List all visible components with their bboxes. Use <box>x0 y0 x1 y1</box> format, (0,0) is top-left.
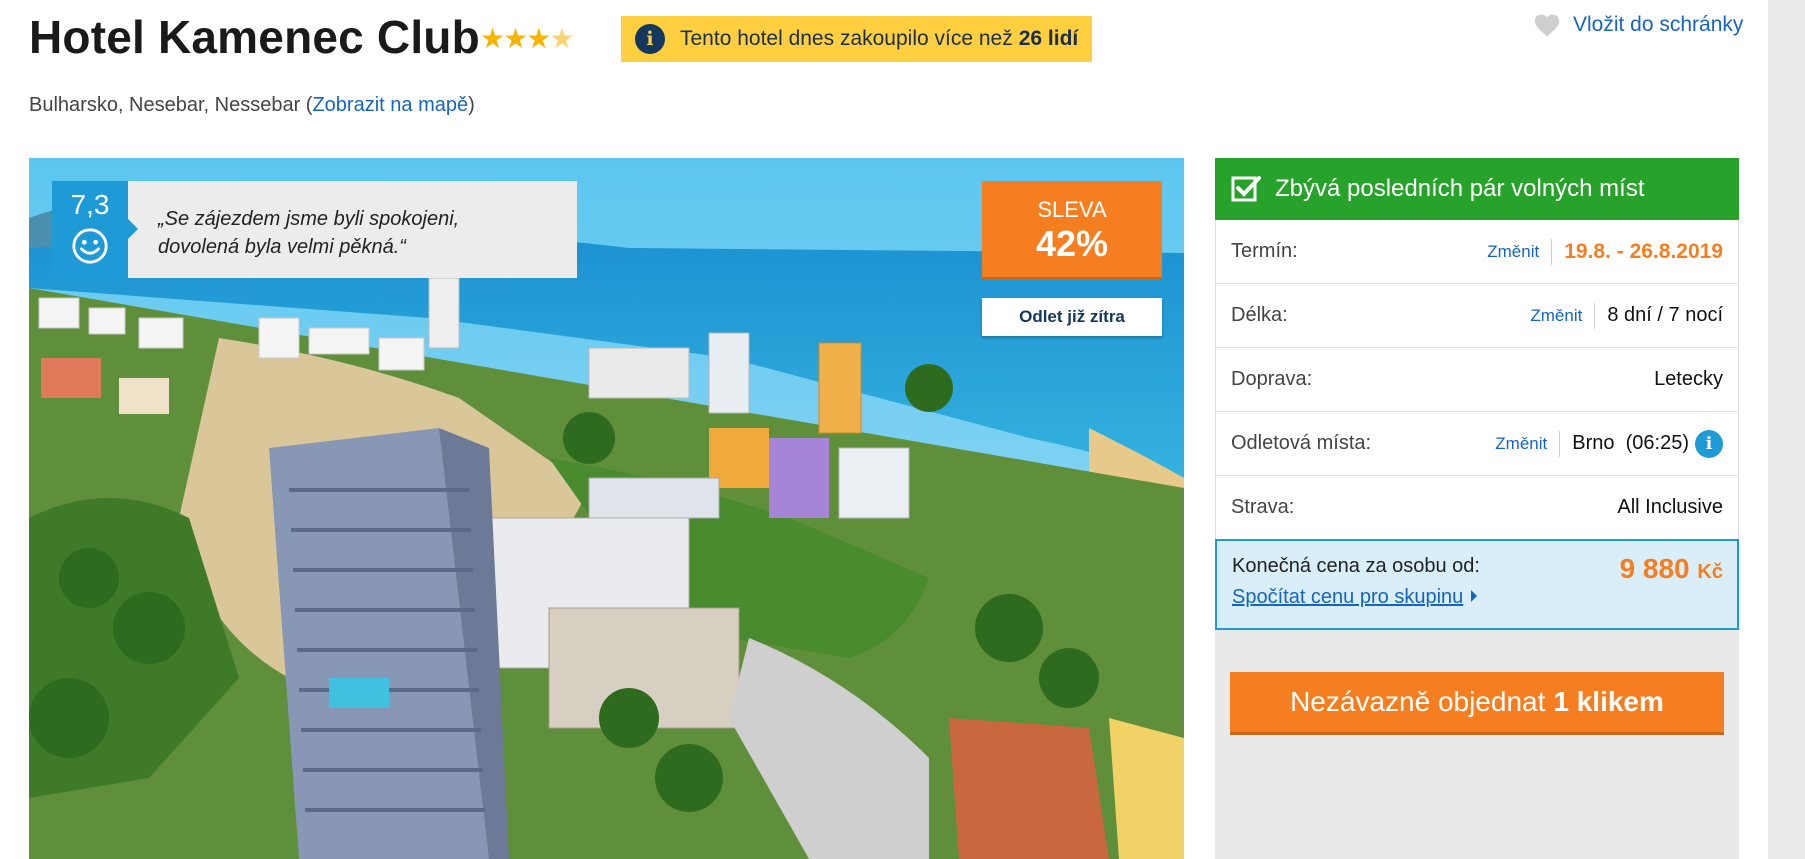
board-value: All Inclusive <box>1617 496 1723 518</box>
notice-count: 26 lidí <box>1018 27 1079 50</box>
order-button-label: Nezávazně objednat <box>1290 686 1546 717</box>
info-icon: i <box>635 24 665 54</box>
group-price-link[interactable]: Spočítat cenu pro skupinu <box>1232 586 1463 609</box>
review-quote-line: „Se zájezdem jsme byli spokojeni, <box>158 208 460 230</box>
add-to-wishlist-button[interactable]: Vložit do schránky <box>1533 12 1743 38</box>
change-departure-link[interactable]: Změnit <box>1495 430 1561 457</box>
price-amount: 9 880 <box>1619 553 1690 584</box>
availability-text: Zbývá posledních pár volných míst <box>1275 175 1645 202</box>
half-star-icon: ★ <box>549 23 574 54</box>
show-on-map-link[interactable]: Zobrazit na mapě <box>312 94 468 116</box>
transport-value: Letecky <box>1654 368 1723 390</box>
location-text: Bulharsko, Nesebar, Nessebar ( <box>29 94 313 116</box>
page-scrollbar[interactable] <box>1768 0 1805 859</box>
transport-row: Doprava: Letecky <box>1216 348 1738 412</box>
booking-details: Termín: Změnit 19.8. - 26.8.2019 Délka: … <box>1215 220 1739 540</box>
smiley-icon <box>72 228 108 264</box>
location-suffix: ) <box>468 94 475 116</box>
star-rating: ★★★★ <box>480 22 574 55</box>
review-quote-line: dovolená byla velmi pěkná.“ <box>158 236 406 258</box>
hotel-title: Hotel Kamenec Club <box>29 11 480 63</box>
heart-icon <box>1534 14 1560 37</box>
term-row: Termín: Změnit 19.8. - 26.8.2019 <box>1216 220 1738 284</box>
board-row: Strava: All Inclusive <box>1216 476 1738 540</box>
discount-label: SLEVA <box>1037 197 1107 222</box>
price-box: Konečná cena za osobu od: 9 880 Kč Spočí… <box>1215 539 1739 630</box>
review-box: 7,3 „Se zájezdem jsme byli spokojeni, do… <box>52 181 577 278</box>
length-label: Délka: <box>1231 304 1288 326</box>
review-score: 7,3 <box>52 181 138 278</box>
term-value: 19.8. - 26.8.2019 <box>1564 239 1723 263</box>
review-quote: „Se zájezdem jsme byli spokojeni, dovole… <box>128 181 577 278</box>
discount-value: 42% <box>1035 223 1109 264</box>
star-icon: ★ <box>480 23 505 54</box>
departure-label: Odletová místa: <box>1231 432 1372 454</box>
price-currency: Kč <box>1697 561 1723 583</box>
caret-right-icon <box>1471 590 1478 602</box>
wishlist-label: Vložit do schránky <box>1573 13 1744 36</box>
board-label: Strava: <box>1231 496 1295 518</box>
review-score-value: 7,3 <box>70 189 110 220</box>
change-length-link[interactable]: Změnit <box>1530 302 1596 329</box>
term-label: Termín: <box>1231 240 1298 262</box>
change-term-link[interactable]: Změnit <box>1487 238 1553 265</box>
availability-banner: Zbývá posledních pár volných míst <box>1215 158 1739 220</box>
departure-value: Brno (06:25) <box>1572 432 1689 454</box>
length-value: 8 dní / 7 nocí <box>1607 304 1723 326</box>
group-price-link-label: Spočítat cenu pro skupinu <box>1232 586 1464 608</box>
location: Bulharsko, Nesebar, Nessebar (Zobrazit n… <box>29 94 475 117</box>
purchase-notice: i Tento hotel dnes zakoupilo více než 26… <box>621 16 1092 62</box>
transport-label: Doprava: <box>1231 368 1313 390</box>
departure-badge: Odlet již zítra <box>982 298 1162 336</box>
info-icon[interactable]: i <box>1695 429 1723 458</box>
order-button[interactable]: Nezávazně objednat 1 klikem <box>1230 672 1724 732</box>
notice-text: Tento hotel dnes zakoupilo více než <box>680 27 1013 50</box>
price-value: 9 880 Kč <box>1620 553 1723 585</box>
star-icon: ★ <box>503 23 528 54</box>
length-row: Délka: Změnit 8 dní / 7 nocí <box>1216 284 1738 348</box>
checkbox-check-icon <box>1231 176 1261 202</box>
star-icon: ★ <box>526 23 551 54</box>
order-button-bold: 1 klikem <box>1553 686 1664 717</box>
discount-badge: SLEVA 42% <box>982 181 1162 277</box>
departure-row: Odletová místa: Změnit Brno (06:25) i <box>1216 412 1738 476</box>
